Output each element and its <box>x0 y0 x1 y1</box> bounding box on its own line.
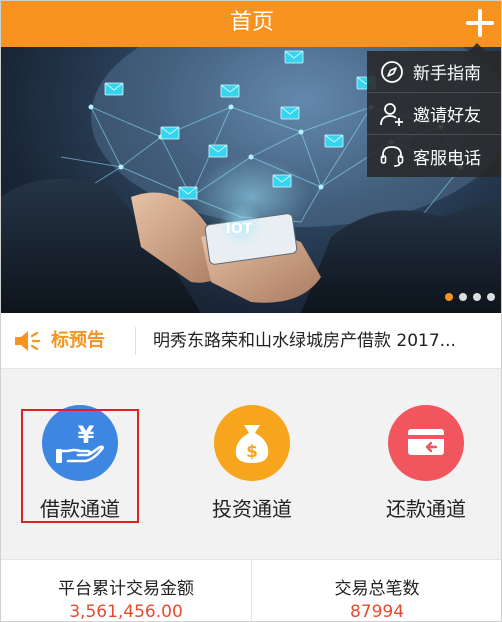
channel-grid: ¥ 借款通道 $ 投资通道 还款通道 <box>1 369 501 559</box>
stat-title: 平台累计交易金额 <box>58 579 194 599</box>
page-title: 首页 <box>229 10 274 35</box>
repay-channel-circle <box>388 405 464 481</box>
banner-overlay-text: IOT <box>226 221 253 237</box>
channel-label: 投资通道 <box>212 497 292 521</box>
carousel-dot[interactable] <box>473 293 481 301</box>
menu-item-label: 客服电话 <box>413 148 481 169</box>
carousel-dot[interactable] <box>445 293 453 301</box>
menu-item-label: 新手指南 <box>413 64 481 84</box>
svg-text:$: $ <box>246 442 258 462</box>
notice-bar[interactable]: 标预告 明秀东路荣和山水绿城房产借款 2017... <box>1 313 501 369</box>
loan-channel-button[interactable]: ¥ 借款通道 <box>5 405 155 525</box>
menu-item-label: 邀请好友 <box>413 106 481 126</box>
header-bar: 首页 <box>1 1 501 47</box>
notice-divider <box>135 327 136 355</box>
total-amount-stat: 平台累计交易金额 3,561,456.00 <box>1 560 251 622</box>
headset-icon <box>380 146 404 167</box>
repay-channel-button[interactable]: 还款通道 <box>351 405 501 525</box>
notice-label: 标预告 <box>51 330 105 351</box>
menu-item-invite[interactable]: 邀请好友 <box>367 93 501 135</box>
app-screen: 首页 IOT 新手指南 邀请好友 客服电话 标预告 明秀东路荣和山水绿城房产借款… <box>0 0 502 622</box>
carousel-dot[interactable] <box>459 293 467 301</box>
carousel-dots <box>445 293 495 301</box>
loan-channel-circle: ¥ <box>42 405 118 481</box>
add-user-icon <box>380 102 403 126</box>
compass-icon <box>381 60 403 83</box>
invest-channel-button[interactable]: $ 投资通道 <box>177 405 327 525</box>
stat-value: 3,561,456.00 <box>69 602 183 622</box>
invest-channel-circle: $ <box>214 405 290 481</box>
total-count-stat: 交易总笔数 87994 <box>252 560 501 622</box>
money-bag-icon: $ <box>235 425 269 463</box>
plus-icon[interactable] <box>463 6 497 40</box>
dropdown-menu: 新手指南 邀请好友 客服电话 <box>367 51 501 177</box>
menu-caret <box>469 43 485 51</box>
stat-value: 87994 <box>349 602 405 622</box>
menu-item-guide[interactable]: 新手指南 <box>367 51 501 93</box>
yen-hand-icon: ¥ <box>56 421 104 463</box>
card-return-icon <box>408 429 444 455</box>
channel-label: 还款通道 <box>386 497 466 521</box>
stat-title: 交易总笔数 <box>334 579 420 599</box>
svg-text:¥: ¥ <box>78 421 95 449</box>
stats-bar: 平台累计交易金额 3,561,456.00 交易总笔数 87994 <box>1 559 501 622</box>
speaker-icon <box>15 331 41 351</box>
menu-item-service[interactable]: 客服电话 <box>367 135 501 177</box>
carousel-dot[interactable] <box>487 293 495 301</box>
notice-text[interactable]: 明秀东路荣和山水绿城房产借款 2017... <box>153 313 497 369</box>
channel-label: 借款通道 <box>40 497 120 521</box>
